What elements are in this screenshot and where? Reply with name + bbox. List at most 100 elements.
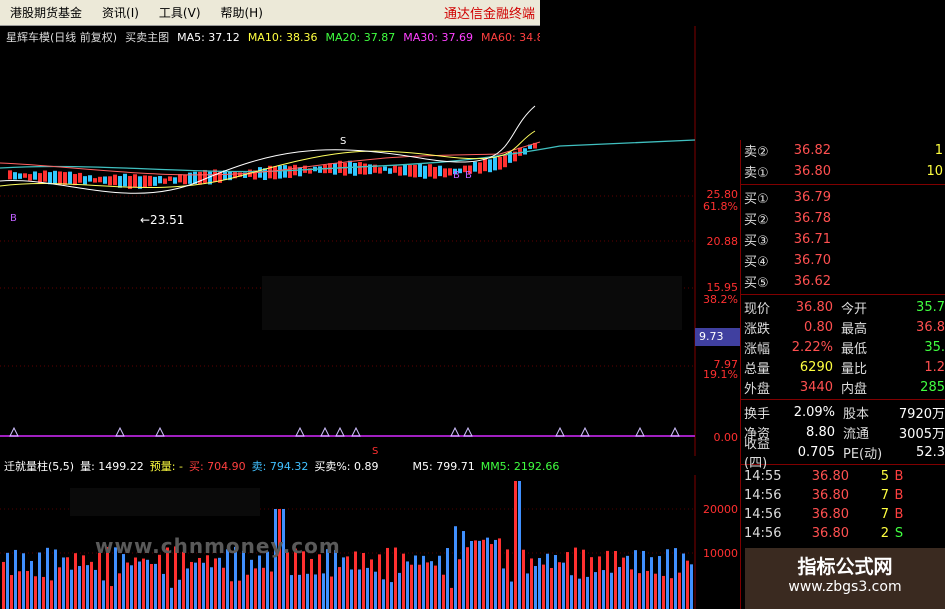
signal-triangle [580, 426, 590, 437]
tick-time: 14:56 [744, 526, 782, 541]
quote-row: 涨幅 2.22% 最低 35. [741, 337, 945, 357]
ask-row-1[interactable]: 卖① 36.80 10 [741, 161, 945, 182]
redacted-area [262, 276, 682, 330]
candle [163, 178, 167, 184]
menu-hk-futures[interactable]: 港股期货基金 [0, 4, 92, 21]
candle [158, 176, 162, 184]
volume-bar [434, 565, 437, 609]
menu-tools[interactable]: 工具(V) [149, 4, 211, 21]
quote-label: 今开 [841, 301, 868, 317]
stat-row: 换手 2.09% 股本 7920万 [741, 402, 945, 422]
candle [38, 173, 42, 183]
tick-qty: 7 [880, 488, 889, 503]
candle [383, 166, 387, 171]
menu-bar: 港股期货基金 资讯(I) 工具(V) 帮助(H) 通达信金融终端 [0, 0, 540, 26]
volume-bar [310, 558, 313, 609]
quote-value: 2.22% [791, 339, 833, 355]
bid-row-5[interactable]: 买⑤ 36.62 [741, 271, 945, 292]
tick-time: 14:56 [744, 507, 782, 522]
stat-value: 0.705 [797, 444, 835, 460]
candle [433, 166, 437, 179]
kline-chart[interactable]: ←23.51 B B B S 25.80 61.8% 20.88 15.95 3… [0, 26, 740, 456]
volume-bar [14, 549, 17, 609]
volume-bar [182, 551, 185, 609]
volume-bar [470, 540, 473, 609]
current-price-tag: 9.73 [695, 328, 740, 346]
volume-bar [626, 555, 629, 609]
volume-bar [394, 547, 397, 609]
signal-triangle [670, 426, 680, 437]
volume-bar [538, 558, 541, 609]
volume-bar [442, 574, 445, 609]
quote-value: 285 [920, 379, 945, 395]
volume-bar [374, 571, 377, 609]
quote-value: 1.2 [924, 359, 945, 375]
volume-bar [622, 557, 625, 609]
volume-bar [466, 547, 469, 609]
ask-row-2[interactable]: 卖② 36.82 1 [741, 140, 945, 161]
volume-bar [74, 553, 77, 609]
svg-text:S: S [340, 136, 346, 147]
ma60-line [0, 139, 696, 173]
bid-row-2[interactable]: 买② 36.78 [741, 208, 945, 229]
volume-bar [594, 572, 597, 609]
volume-bar [418, 564, 421, 609]
menu-help[interactable]: 帮助(H) [211, 4, 273, 21]
volume-bar [462, 531, 465, 609]
candle [438, 165, 442, 177]
volume-bar [306, 573, 309, 609]
candle [53, 170, 57, 184]
bid-row-4[interactable]: 买④ 36.70 [741, 250, 945, 271]
volume-bar [486, 537, 489, 609]
bid-row-3[interactable]: 买③ 36.71 [741, 229, 945, 250]
volume-bar [342, 557, 345, 609]
tick-price: 36.80 [811, 507, 849, 522]
volume-bar [218, 557, 221, 609]
volume-bar [254, 568, 257, 609]
candle [123, 173, 127, 187]
volume-bar [414, 555, 417, 609]
volume-bar [202, 562, 205, 609]
volume-bar [282, 509, 285, 609]
stat-label: 流通 [843, 426, 870, 442]
tick-list: 14:55 36.80 5 B 14:56 36.80 7 B 14:56 36.8… [741, 467, 945, 543]
quote-label: 最低 [841, 341, 868, 357]
signal-triangle [450, 426, 460, 437]
watermark-banner: 指标公式网 www.zbgs3.com [745, 548, 945, 609]
candle [343, 162, 347, 176]
svg-text:B: B [10, 213, 17, 224]
volume-bar [214, 558, 217, 609]
volume-bar [682, 553, 685, 609]
price-tick-2: 61.8% [703, 200, 738, 213]
candle [143, 175, 147, 188]
candle [473, 161, 477, 172]
vol-tick-10000: 10000 [703, 547, 738, 560]
vol-buy: 买: 704.90 [188, 460, 246, 473]
candle [153, 176, 157, 186]
candle [43, 170, 47, 182]
volume-bar [378, 554, 381, 609]
price-tick-9: 0.00 [714, 431, 739, 444]
tick-time: 14:55 [744, 469, 782, 484]
candle [48, 172, 52, 185]
tick-price: 36.80 [811, 469, 849, 484]
volume-bar [546, 553, 549, 609]
tick-qty: 7 [880, 507, 889, 522]
volume-bar [226, 549, 229, 609]
menu-info[interactable]: 资讯(I) [92, 4, 149, 21]
bid-row-1[interactable]: 买① 36.79 [741, 187, 945, 208]
candle [63, 172, 67, 185]
candle [398, 166, 402, 176]
volume-bar [354, 551, 357, 609]
signal-triangle [9, 426, 19, 437]
volume-bar [258, 555, 261, 609]
quote-label: 量比 [841, 361, 868, 377]
volume-bar [590, 557, 593, 609]
volume-bar [186, 568, 189, 609]
volume-bar [586, 576, 589, 609]
candle [203, 169, 207, 183]
volume-bar [478, 540, 481, 609]
candle [288, 166, 292, 178]
tick-dir: B [894, 469, 904, 484]
candle [413, 164, 417, 178]
